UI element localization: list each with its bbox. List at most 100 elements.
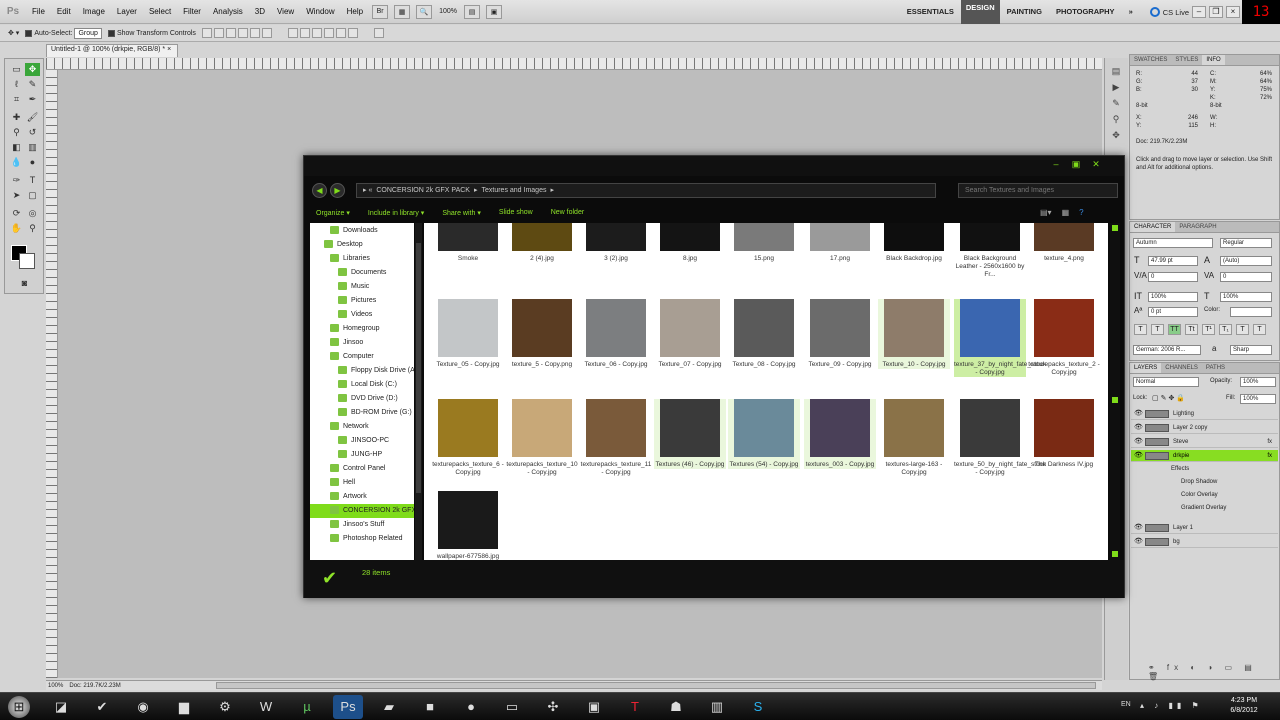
taskbar-terminal-icon[interactable]: ▭ [497,695,527,719]
text-color-swatch[interactable] [1230,307,1272,317]
tray-language[interactable]: EN [1121,701,1131,708]
taskbar-dark-icon[interactable]: ☗ [661,695,691,719]
tracking-field[interactable]: 0 [1220,272,1272,282]
type-style-button[interactable]: T¹ [1202,324,1215,335]
file-item[interactable]: textures_003 - Copy.jpg [804,399,876,469]
help-icon[interactable]: ? [1079,208,1083,217]
type-style-button[interactable]: T [1151,324,1164,335]
clone-stamp-tool-icon[interactable]: ⚲ [9,126,24,139]
file-item[interactable]: Smoke [432,223,504,263]
gradient-tool-icon[interactable]: ▥ [25,141,40,154]
preview-pane-icon[interactable]: ▦ [1062,208,1070,217]
leading-field[interactable]: (Auto) [1220,256,1272,266]
nav-item[interactable]: JUNG-HP [310,448,414,462]
menu-3d[interactable]: 3D [249,0,271,24]
zoom-level-icon[interactable]: 🔍 [416,4,433,19]
layer-item[interactable]: 👁 Lighting [1131,408,1278,420]
layer-fx-icon[interactable]: fx [1267,450,1272,462]
nav-item[interactable]: Documents [310,266,414,280]
taskbar-minecraft-icon[interactable]: ■ [415,695,445,719]
blur-tool-icon[interactable]: 💧 [9,156,24,169]
align-vcenter-icon[interactable] [213,28,224,38]
eyedropper-tool-icon[interactable]: ✒ [25,93,40,106]
blend-mode-field[interactable]: Normal [1133,377,1199,387]
eraser-tool-icon[interactable]: ◧ [9,141,24,154]
tray-clock[interactable]: 4:23 PM 6/8/2012 [1222,696,1266,716]
layer-visibility-icon[interactable]: 👁 [1134,450,1143,462]
file-item[interactable]: texturepacks_texture_2 - Copy.jpg [1028,299,1100,377]
document-tab-close-icon[interactable]: × [167,46,171,53]
layers-tab-layers[interactable]: LAYERS [1130,363,1162,373]
menu-analysis[interactable]: Analysis [207,0,249,24]
auto-select-option[interactable]: Auto-Select: Group [25,27,102,39]
file-item[interactable]: texturepacks_texture_10 - Copy.jpg [506,399,578,477]
change-view-icon[interactable]: ▤▾ [1040,208,1052,217]
layer-item[interactable]: 👁 bg [1131,536,1278,548]
layer-effect[interactable]: Gradient Overlay [1131,503,1278,514]
type-style-button[interactable]: T [1236,324,1249,335]
file-item[interactable]: textures-large-163 - Copy.jpg [878,399,950,477]
menu-image[interactable]: Image [77,0,111,24]
opacity-field[interactable]: 100% [1240,377,1276,387]
distribute-right-icon[interactable] [347,28,358,38]
type-tool-icon[interactable]: T [25,174,40,187]
quick-select-tool-icon[interactable]: ✎ [25,78,40,91]
layer-effect[interactable]: Color Overlay [1131,490,1278,501]
font-size-field[interactable]: 47.99 pt [1148,256,1198,266]
3d-orbit-tool-icon[interactable]: ◎ [25,207,40,220]
explorer-maximize-icon[interactable]: ▣ [1070,159,1082,169]
character-tab-paragraph[interactable]: PARAGRAPH [1175,222,1220,232]
fill-field[interactable]: 100% [1240,394,1276,404]
clone-source-panel-icon[interactable]: ⚲ [1109,114,1123,126]
layers-tab-channels[interactable]: CHANNELS [1161,363,1202,373]
workspace-essentials[interactable]: ESSENTIALS [900,0,961,24]
taskbar-check-icon[interactable]: ✔ [87,695,117,719]
view-extras-icon[interactable]: ▦ [394,4,411,19]
taskbar-monitor-icon[interactable]: ▥ [702,695,732,719]
taskbar-skype-icon[interactable]: S [743,695,773,719]
command-sharewith[interactable]: Share with ▾ [442,209,481,217]
align-left-icon[interactable] [237,28,248,38]
layer-visibility-icon[interactable]: 👁 [1134,536,1143,548]
arrange-documents-icon[interactable]: ▤ [464,4,480,19]
close-button[interactable]: × [1226,6,1240,18]
nav-item[interactable]: Music [310,280,414,294]
navigation-scrollbar[interactable] [415,223,422,560]
crop-tool-icon[interactable]: ⌗ [9,93,24,106]
forward-button[interactable]: ▶ [330,183,345,198]
file-item[interactable]: Texture_10 - Copy.jpg [878,299,950,369]
menu-file[interactable]: File [26,0,51,24]
align-right-icon[interactable] [261,28,272,38]
show-transform-checkbox[interactable] [107,29,115,37]
nav-item[interactable]: Network [310,420,414,434]
layer-item[interactable]: 👁 Steve fx [1131,436,1278,448]
layers-footer-icons[interactable]: ⚭ fx ◐ ◑ ▭ ▤ 🗑 [1148,663,1279,681]
file-item[interactable]: 3 (2).jpg [580,223,652,263]
align-bottom-icon[interactable] [225,28,236,38]
minimize-button[interactable]: – [1192,6,1206,18]
address-segment-2[interactable]: Textures and Images [481,184,546,197]
nav-item[interactable]: Photoshop Related [310,532,414,546]
file-item[interactable]: Texture_05 - Copy.jpg [432,299,504,369]
workspace-painting[interactable]: PAINTING [1000,0,1049,24]
taskbar-T-icon[interactable]: T [620,695,650,719]
taskbar-photoshop-icon[interactable]: Ps [333,695,363,719]
taskbar-globe-icon[interactable]: ● [456,695,486,719]
layer-fx-icon[interactable]: fx [1267,436,1272,448]
nav-item[interactable]: Desktop [310,238,414,252]
search-input[interactable]: Search Textures and Images [958,183,1118,198]
distribute-hcenter-icon[interactable] [335,28,346,38]
menu-help[interactable]: Help [341,0,369,24]
back-button[interactable]: ◀ [312,183,327,198]
file-item[interactable]: texturepacks_texture_6 - Copy.jpg [432,399,504,477]
file-item[interactable]: texture_4.png [1028,223,1100,263]
dodge-tool-icon[interactable]: ● [25,156,40,169]
auto-select-dropdown[interactable]: Group [74,27,102,39]
background-color-swatch[interactable] [19,253,35,269]
navigation-scroll-thumb[interactable] [416,243,421,493]
taskbar-folder-icon[interactable]: ▆ [169,695,199,719]
nav-item[interactable]: CONCERSION 2k GFX PACK [310,504,414,518]
layer-visibility-icon[interactable]: 👁 [1134,522,1143,534]
type-style-button[interactable]: T [1134,324,1147,335]
layer-item[interactable]: 👁 Layer 1 [1131,522,1278,534]
